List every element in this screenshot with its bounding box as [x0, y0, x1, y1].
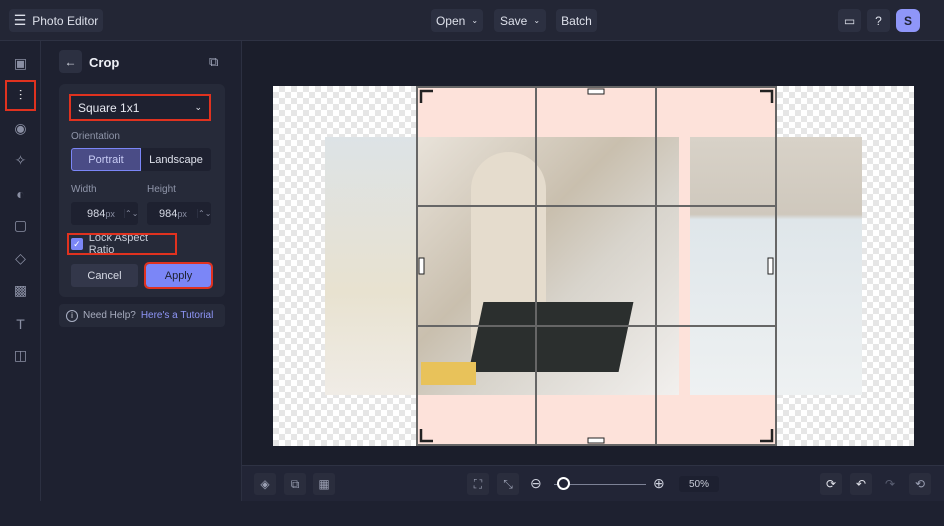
grid-icon[interactable]: ▦: [313, 473, 335, 495]
zoom-out-icon[interactable]: ⊖: [530, 475, 542, 492]
height-stepper[interactable]: ⌃⌄: [197, 209, 211, 218]
tool-rail: ▣ ⫶ ◉ ✧ ◐ ▢ ◇ ▩ T ◫: [0, 41, 41, 501]
landscape-toggle[interactable]: Landscape: [141, 148, 211, 171]
avatar[interactable]: S: [896, 9, 920, 32]
crop-grid[interactable]: [416, 86, 777, 446]
chevron-down-icon: ⌄: [194, 102, 202, 112]
overlay-icon[interactable]: ◫: [9, 344, 32, 367]
redo-icon[interactable]: ↷: [879, 473, 901, 495]
width-label: Width: [71, 184, 97, 195]
height-input[interactable]: 984 px ⌃⌄: [147, 202, 211, 225]
app-title: Photo Editor: [32, 13, 99, 28]
history-icon[interactable]: ⟲: [909, 473, 931, 495]
crop-options-card: Square 1x1 ⌄ Orientation Portrait Landsca…: [59, 84, 225, 297]
chevron-down-icon: ⌄: [471, 16, 479, 25]
width-stepper[interactable]: ⌃⌄: [124, 209, 138, 218]
width-input[interactable]: 984 px ⌃⌄: [71, 202, 138, 225]
image-icon[interactable]: ▣: [9, 52, 32, 75]
copy-icon[interactable]: ⧉: [209, 54, 218, 70]
apply-button[interactable]: Apply: [144, 262, 213, 289]
crop-panel: ← Crop ⧉ Square 1x1 ⌄ Orientation Portrai…: [41, 41, 242, 501]
frame-icon[interactable]: ▢: [9, 214, 32, 237]
help-row: i Need Help? Here's a Tutorial: [59, 304, 225, 327]
rotate-icon[interactable]: ⟳: [820, 473, 842, 495]
adjust-sliders-icon[interactable]: ⫶: [5, 80, 36, 111]
shrink-icon[interactable]: ⤡: [497, 473, 519, 495]
save-menu-button[interactable]: Save ⌄: [494, 9, 546, 32]
palette-icon[interactable]: ◐: [9, 182, 32, 205]
photo-left: [325, 137, 416, 395]
top-bar: ☰ Photo Editor Open ⌄ Save ⌄ Batch ▭ ? S: [0, 0, 944, 41]
checkmark-icon: ✓: [71, 238, 83, 250]
open-menu-button[interactable]: Open ⌄: [431, 9, 483, 32]
crop-preset-select[interactable]: Square 1x1 ⌄: [69, 94, 211, 121]
help-icon[interactable]: ?: [867, 9, 890, 32]
texture-icon[interactable]: ▩: [9, 279, 32, 302]
app-menu-button[interactable]: ☰ Photo Editor: [9, 9, 103, 32]
layers-icon[interactable]: ◈: [254, 473, 276, 495]
panel-title: Crop: [89, 55, 120, 70]
fit-screen-icon[interactable]: ⛶: [467, 473, 489, 495]
zoom-value[interactable]: 50%: [679, 476, 719, 492]
zoom-slider-handle[interactable]: [557, 477, 570, 490]
chevron-down-icon: ⌄: [533, 16, 541, 25]
duplicate-icon[interactable]: ⧉: [284, 473, 306, 495]
cancel-button[interactable]: Cancel: [71, 264, 138, 287]
lock-aspect-ratio-checkbox[interactable]: ✓ Lock Aspect Ratio: [67, 232, 177, 256]
batch-button[interactable]: Batch: [556, 9, 597, 32]
orientation-label: Orientation: [71, 131, 120, 142]
tutorial-link[interactable]: Here's a Tutorial: [141, 310, 214, 321]
feedback-icon[interactable]: ▭: [838, 9, 861, 32]
undo-icon[interactable]: ↶: [850, 473, 872, 495]
shapes-icon[interactable]: ◇: [9, 247, 32, 270]
back-arrow-icon[interactable]: ←: [59, 50, 82, 73]
portrait-toggle[interactable]: Portrait: [71, 148, 141, 171]
height-label: Height: [147, 184, 176, 195]
zoom-in-icon[interactable]: ⊕: [653, 475, 665, 492]
info-icon: i: [66, 309, 78, 322]
bottom-toolbar: ◈ ⧉ ▦ ⛶ ⤡ ⊖ ⊕ 50% ⟳ ↶ ↷ ⟲: [242, 465, 944, 501]
text-icon[interactable]: T: [9, 312, 32, 335]
eye-icon[interactable]: ◉: [9, 117, 32, 140]
sparkle-icon[interactable]: ✧: [9, 149, 32, 172]
hamburger-icon: ☰: [13, 12, 27, 28]
